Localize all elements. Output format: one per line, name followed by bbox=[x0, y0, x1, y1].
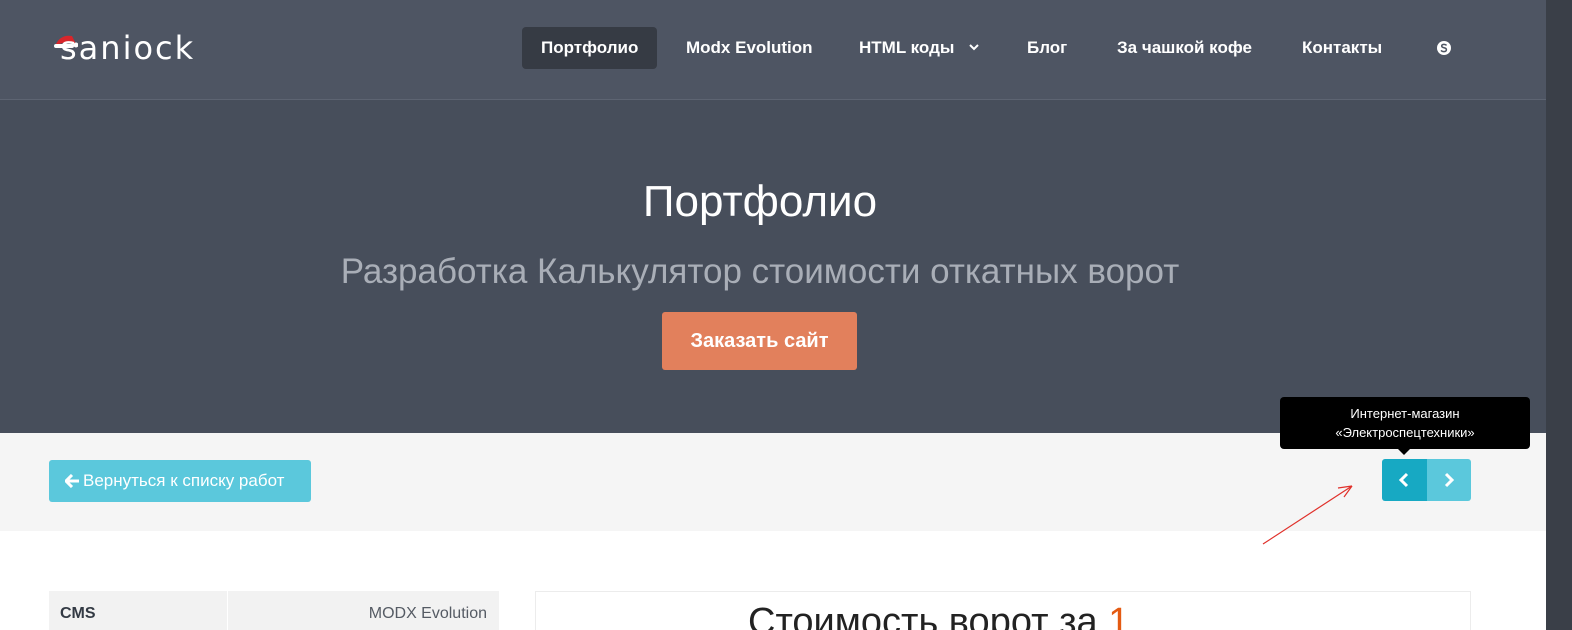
arrow-left-icon bbox=[64, 473, 79, 489]
nav-item-html-codes[interactable]: HTML коды bbox=[859, 27, 954, 69]
back-to-list-button[interactable]: Вернуться к списку работ bbox=[49, 460, 311, 502]
nav-item-modx-evolution[interactable]: Modx Evolution bbox=[686, 27, 813, 69]
logo-text: saniock bbox=[60, 29, 196, 67]
previous-project-tooltip: Интернет-магазин «Электроспецтехники» bbox=[1280, 397, 1530, 449]
page-title: Портфолио bbox=[642, 177, 878, 226]
preview-heading-text: Стоимость ворот за bbox=[748, 601, 1098, 630]
project-details-table: CMS MODX Evolution bbox=[49, 591, 499, 630]
annotation-arrow-icon bbox=[1262, 485, 1353, 545]
site-logo[interactable]: saniock bbox=[52, 30, 252, 66]
back-button-label: Вернуться к списку работ bbox=[83, 471, 285, 490]
page-subtitle: Разработка Калькулятор стоимости откатны… bbox=[340, 252, 1180, 291]
project-preview: Стоимость ворот за 1 bbox=[535, 591, 1471, 630]
tooltip-line-2: «Электроспецтехники» bbox=[1335, 425, 1475, 440]
chevron-left-icon bbox=[1398, 472, 1409, 488]
scrollbar-strip[interactable] bbox=[1546, 0, 1572, 630]
nav-item-html-codes-label: HTML коды bbox=[859, 38, 955, 57]
nav-item-contacts[interactable]: Контакты bbox=[1302, 27, 1382, 69]
cms-label: CMS bbox=[60, 605, 96, 622]
previous-project-button[interactable] bbox=[1382, 459, 1427, 501]
table-divider bbox=[227, 591, 228, 630]
tooltip-arrow bbox=[1398, 449, 1410, 455]
order-site-button[interactable]: Заказать сайт bbox=[662, 312, 857, 370]
nav-item-blog[interactable]: Блог bbox=[1027, 27, 1067, 69]
chevron-down-icon[interactable] bbox=[968, 42, 980, 52]
skype-icon[interactable] bbox=[1436, 40, 1452, 56]
chevron-right-icon bbox=[1444, 472, 1455, 488]
nav-item-coffee[interactable]: За чашкой кофе bbox=[1117, 27, 1252, 69]
cms-value: MODX Evolution bbox=[368, 605, 487, 622]
tooltip-line-1: Интернет-магазин bbox=[1350, 406, 1460, 421]
preview-heading: Стоимость ворот за 1 bbox=[748, 600, 1129, 630]
nav-item-portfolio[interactable]: Портфолио bbox=[522, 27, 658, 69]
next-project-button[interactable] bbox=[1427, 459, 1471, 501]
preview-heading-number: 1 bbox=[1108, 601, 1130, 630]
